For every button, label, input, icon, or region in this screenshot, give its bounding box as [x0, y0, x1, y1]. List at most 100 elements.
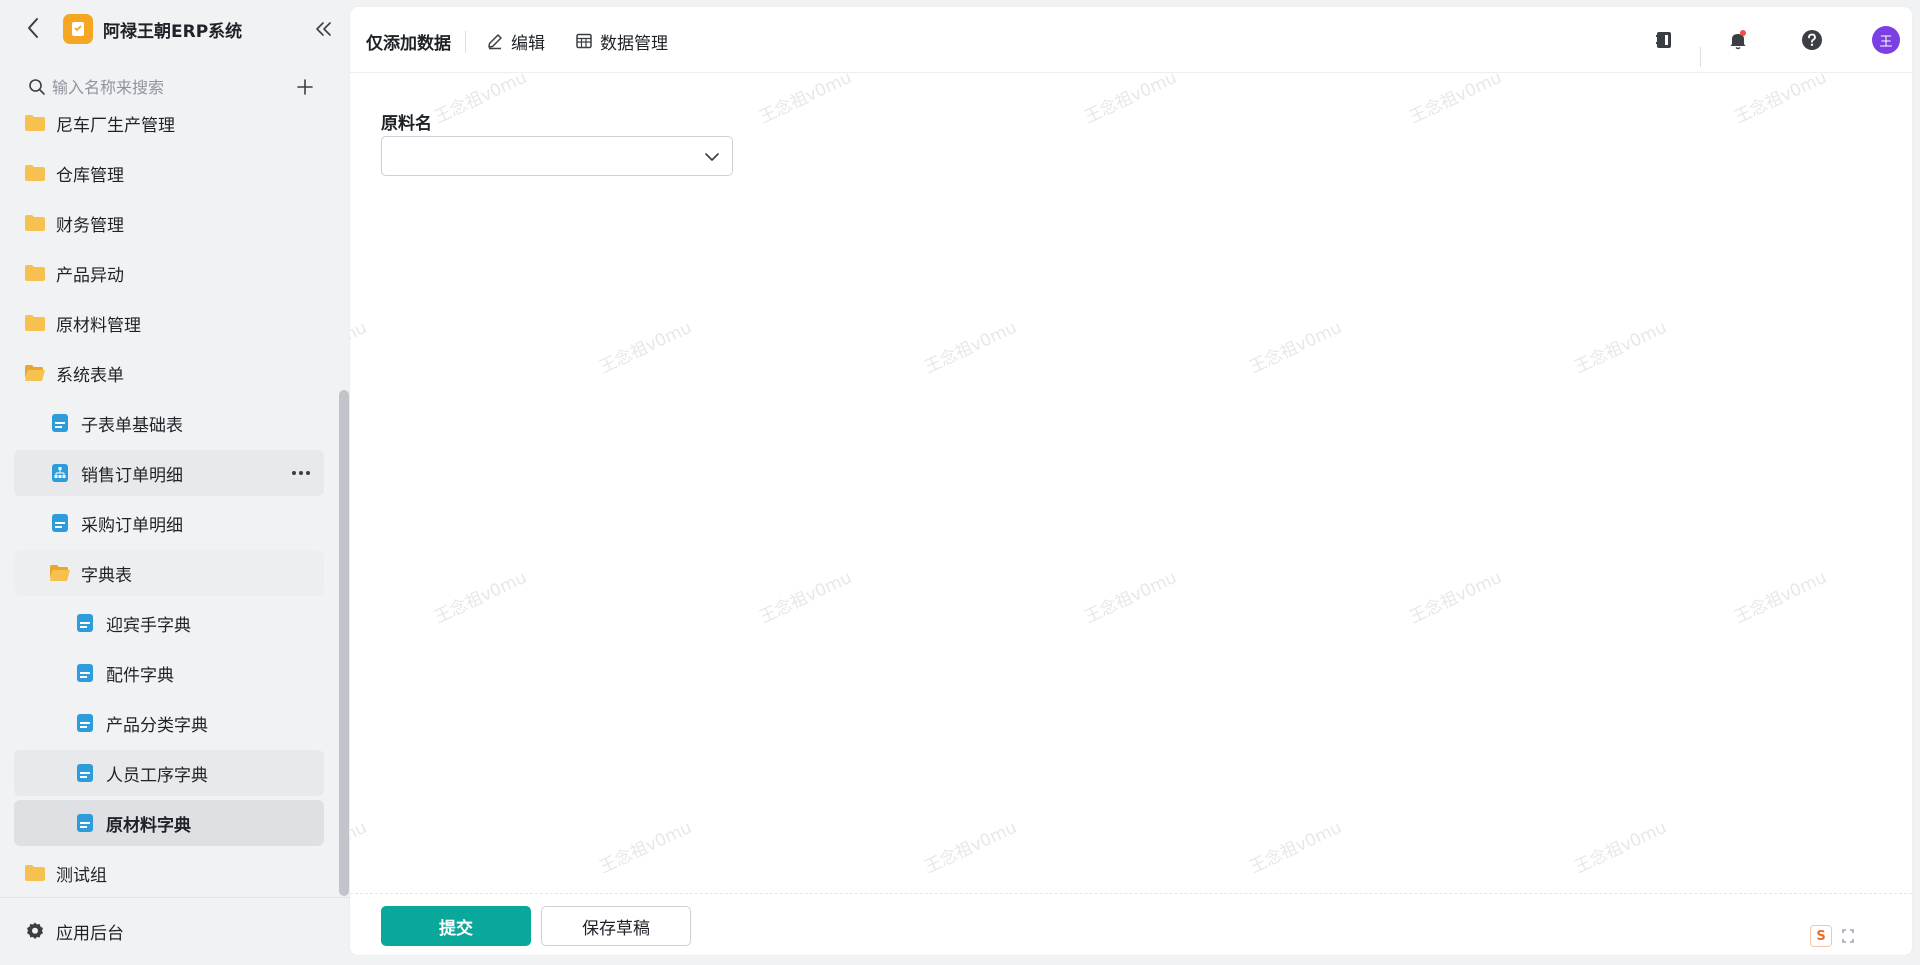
data-manage-label: 数据管理: [600, 33, 668, 54]
folder-icon: [24, 162, 46, 184]
sidebar-item-label: 系统表单: [56, 365, 124, 386]
watermark: 王念祖v0mu: [1081, 67, 1180, 128]
sidebar-item-label: 子表单基础表: [81, 415, 183, 436]
more-options-button[interactable]: [288, 462, 314, 484]
submit-button[interactable]: 提交: [381, 906, 531, 946]
sidebar-item-label: 配件字典: [106, 665, 174, 686]
add-button[interactable]: [292, 74, 318, 100]
form-icon: [49, 412, 71, 434]
expand-icon[interactable]: [1840, 927, 1856, 945]
form-icon: [49, 512, 71, 534]
raw-material-name-select[interactable]: [381, 136, 733, 176]
folder-icon: [24, 312, 46, 334]
question-icon: [1802, 30, 1822, 50]
sidebar-footer: 应用后台: [0, 897, 350, 965]
sidebar-item-product-category-dictionary[interactable]: 产品分类字典: [14, 700, 324, 746]
edit-button[interactable]: 编辑: [485, 28, 545, 54]
watermark: 王念祖v0mu: [431, 567, 530, 628]
sidebar-item-product-changes[interactable]: 产品异动: [14, 250, 324, 296]
field-label-raw-material-name: 原料名: [381, 114, 432, 134]
notebook-button[interactable]: [1647, 23, 1681, 57]
collapse-sidebar-button[interactable]: [313, 18, 335, 40]
main-panel: 仅添加数据 编辑 数据管理 王 王念祖v0mu 王念祖v0mu 王念祖v0mu …: [350, 7, 1912, 955]
folder-icon: [24, 112, 46, 134]
bell-icon: [1730, 30, 1746, 50]
sidebar-item-label: 人员工序字典: [106, 765, 208, 786]
sidebar-item-raw-material-dictionary[interactable]: 原材料字典: [14, 800, 324, 846]
sidebar-item-finance[interactable]: 财务管理: [14, 200, 324, 246]
gear-icon: [24, 920, 46, 942]
ime-badge[interactable]: S: [1810, 925, 1832, 947]
sidebar-item-subform-base[interactable]: 子表单基础表: [14, 400, 324, 446]
app-admin-link[interactable]: 应用后台: [24, 918, 124, 944]
edit-label: 编辑: [511, 33, 545, 54]
watermark: 王念祖v0mu: [596, 817, 695, 878]
watermark: 王念祖v0mu: [921, 317, 1020, 378]
watermark: 王念祖v0mu: [756, 567, 855, 628]
sidebar-item-label: 产品异动: [56, 265, 124, 286]
ellipsis-icon: [292, 471, 310, 475]
notifications-button[interactable]: [1721, 23, 1755, 57]
sidebar: 阿禄王朝ERP系统 尼车厂生产管理 仓库管理 财务管理: [0, 0, 350, 965]
sidebar-item-system-forms[interactable]: 系统表单: [14, 350, 324, 396]
sidebar-item-label: 迎宾手字典: [106, 615, 191, 636]
watermark: 王念祖v0mu: [1246, 317, 1345, 378]
watermark: 王念祖v0mu: [1406, 67, 1505, 128]
sidebar-item-label: 原材料字典: [106, 815, 191, 836]
sidebar-item-label: 测试组: [56, 865, 107, 886]
sidebar-item-label: 销售订单明细: [81, 465, 183, 486]
sidebar-item-label: 财务管理: [56, 215, 124, 236]
watermark: 王念祖v0mu: [350, 317, 370, 378]
sidebar-item-purchase-order-details[interactable]: 采购订单明细: [14, 500, 324, 546]
nav-tree: 尼车厂生产管理 仓库管理 财务管理 产品异动 原材料管理 系统表单 子表单基础表…: [14, 108, 324, 896]
sidebar-item-greeter-dictionary[interactable]: 迎宾手字典: [14, 600, 324, 646]
tab-add-data-only[interactable]: 仅添加数据: [366, 29, 451, 54]
sidebar-item-factory-production[interactable]: 尼车厂生产管理: [14, 108, 324, 146]
data-manage-button[interactable]: 数据管理: [574, 28, 668, 54]
form-area: 王念祖v0mu 王念祖v0mu 王念祖v0mu 王念祖v0mu 王念祖v0mu …: [350, 68, 1912, 893]
sidebar-item-label: 尼车厂生产管理: [56, 115, 175, 136]
folder-open-icon: [24, 362, 46, 384]
notebook-icon: [1656, 32, 1671, 48]
sidebar-item-label: 原材料管理: [56, 315, 141, 336]
pencil-icon: [485, 31, 505, 51]
app-name: 阿禄王朝ERP系统: [103, 22, 243, 42]
search-row: [26, 74, 326, 100]
watermark: 王念祖v0mu: [1571, 317, 1670, 378]
help-button[interactable]: [1795, 23, 1829, 57]
user-avatar-button[interactable]: 王: [1869, 23, 1903, 57]
back-button[interactable]: [22, 15, 44, 41]
watermark: 王念祖v0mu: [350, 817, 370, 878]
sidebar-item-sales-order-details[interactable]: 销售订单明细: [14, 450, 324, 496]
watermark: 王念祖v0mu: [1406, 567, 1505, 628]
sidebar-item-label: 采购订单明细: [81, 515, 183, 536]
chevron-down-icon: [702, 147, 722, 167]
sidebar-item-warehouse[interactable]: 仓库管理: [14, 150, 324, 196]
watermark: 王念祖v0mu: [431, 67, 530, 128]
sidebar-scrollbar[interactable]: [339, 390, 349, 896]
save-draft-button[interactable]: 保存草稿: [541, 906, 691, 946]
folder-icon: [24, 212, 46, 234]
watermark: 王念祖v0mu: [1571, 817, 1670, 878]
topbar: 仅添加数据 编辑 数据管理 王: [350, 7, 1912, 73]
watermark: 王念祖v0mu: [756, 67, 855, 128]
form-icon: [74, 712, 96, 734]
form-icon: [74, 812, 96, 834]
sidebar-item-test-group[interactable]: 测试组: [14, 850, 324, 896]
divider: [1700, 47, 1701, 67]
sidebar-item-label: 仓库管理: [56, 165, 124, 186]
chevron-left-icon: [28, 18, 38, 38]
sidebar-item-parts-dictionary[interactable]: 配件字典: [14, 650, 324, 696]
sidebar-item-dictionaries[interactable]: 字典表: [14, 550, 324, 596]
search-input[interactable]: [52, 74, 282, 100]
form-icon: [74, 662, 96, 684]
app-logo: [63, 14, 93, 44]
watermark: 王念祖v0mu: [596, 317, 695, 378]
watermark: 王念祖v0mu: [1731, 67, 1830, 128]
watermark: 王念祖v0mu: [921, 817, 1020, 878]
form-footer: 提交 保存草稿 S: [350, 893, 1912, 955]
sidebar-item-raw-materials[interactable]: 原材料管理: [14, 300, 324, 346]
watermark: 王念祖v0mu: [1246, 817, 1345, 878]
double-chevron-left-icon: [316, 22, 331, 36]
sidebar-item-staff-process-dictionary[interactable]: 人员工序字典: [14, 750, 324, 796]
